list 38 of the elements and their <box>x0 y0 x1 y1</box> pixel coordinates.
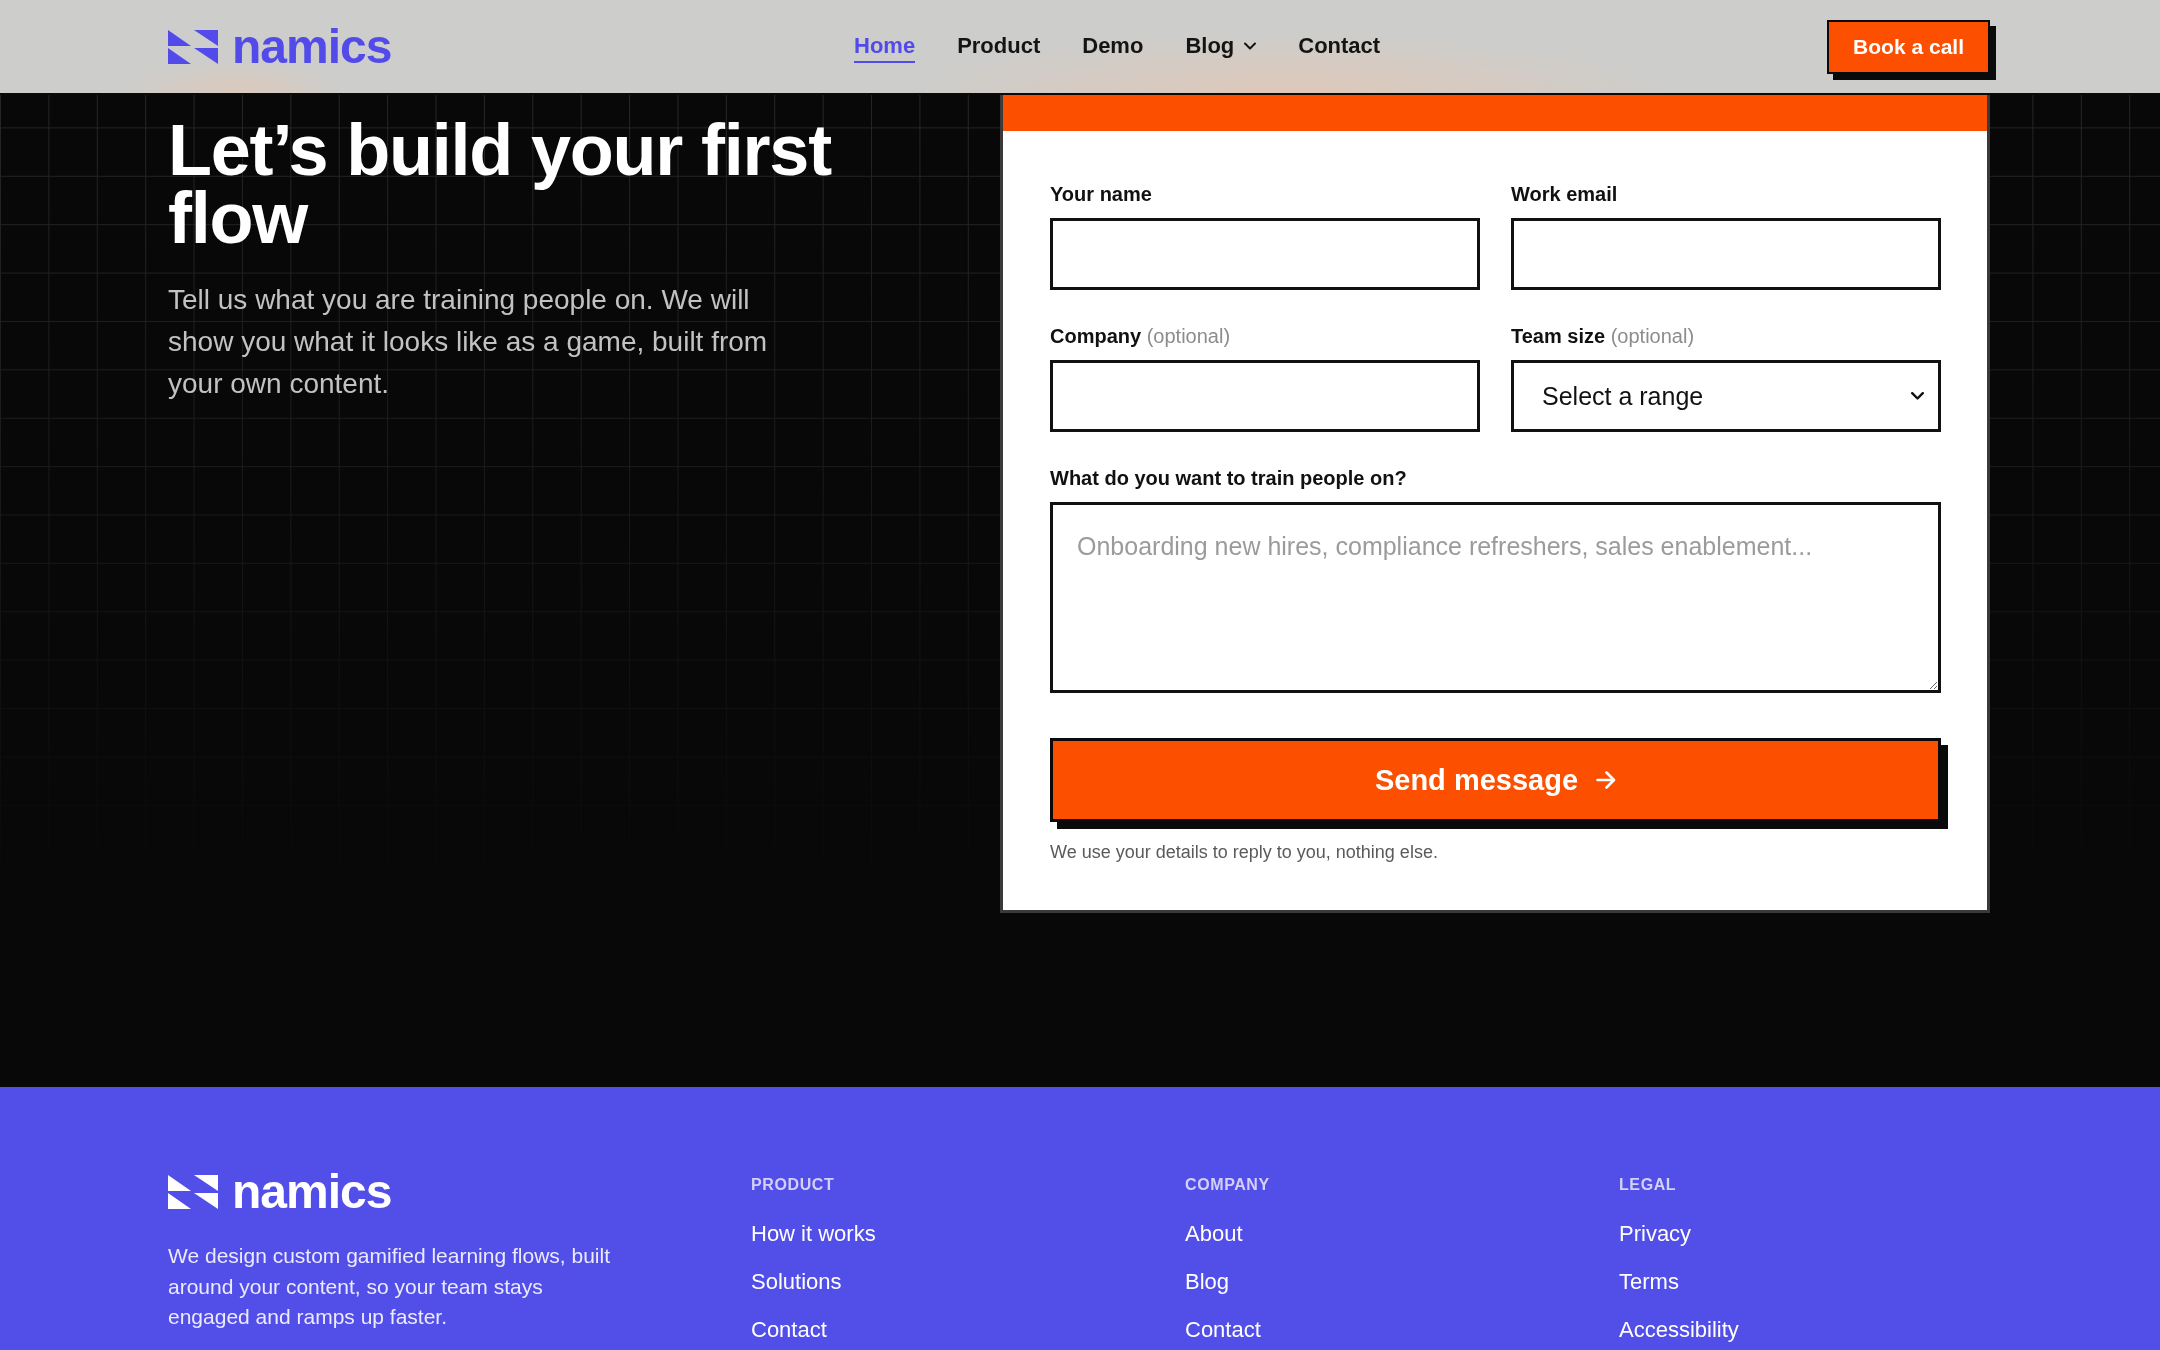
footer-link[interactable]: Contact <box>751 1316 827 1344</box>
footer-link[interactable]: Solutions <box>751 1268 842 1296</box>
select-field[interactable]: Select a range <box>1511 360 1941 432</box>
nav-link[interactable]: Home <box>854 30 916 63</box>
text-input[interactable] <box>1050 360 1480 432</box>
arrow-right-icon <box>1596 771 1617 789</box>
footer-link[interactable]: Terms <box>1619 1268 1679 1296</box>
footer-link[interactable]: About <box>1185 1220 1243 1248</box>
logo-icon <box>168 1175 218 1209</box>
text-input[interactable] <box>1511 218 1941 290</box>
privacy-note: We use your details to reply to you, nothing else. <box>1050 841 1438 863</box>
footer-link[interactable]: Accessibility <box>1619 1316 1739 1344</box>
footer-link[interactable]: Privacy <box>1619 1220 1692 1248</box>
nav-link[interactable]: Demo <box>1082 30 1144 63</box>
nav-dropdown[interactable]: Blog <box>1185 30 1257 63</box>
field-label: Your name <box>1050 182 1152 207</box>
footer-link[interactable]: Blog <box>1185 1268 1230 1296</box>
footer-heading: PRODUCT <box>751 1175 835 1195</box>
logo-icon <box>168 29 218 64</box>
chevron-down-icon <box>1244 42 1257 50</box>
logo-link[interactable]: namics <box>168 1167 392 1217</box>
footer-heading: LEGAL <box>1619 1175 1677 1195</box>
field-label: Team size (optional) <box>1511 324 1695 349</box>
text-input[interactable] <box>1050 218 1480 290</box>
field-label: Work email <box>1511 182 1618 207</box>
footer-link[interactable]: How it works <box>751 1220 876 1248</box>
footer-description: We design custom gamified learning flows, built around your content, so your team stays engaged and ramps up faster. <box>168 1243 611 1330</box>
field-label: Company (optional) <box>1050 324 1231 349</box>
footer-link[interactable]: Contact <box>1185 1316 1261 1344</box>
logo-link[interactable]: namics <box>168 21 392 72</box>
nav-link[interactable]: Contact <box>1298 30 1381 63</box>
field-label: What do you want to train people on? <box>1050 466 1407 491</box>
chevron-down-icon <box>1911 392 1924 400</box>
nav-link[interactable]: Product <box>957 30 1041 63</box>
hero-description: Tell us what you are training people on. We will show you what it looks like as a game, built from your own content. <box>168 283 769 401</box>
textarea-field[interactable]: Onboarding new hires, compliance refreshers, sales enablement... <box>1050 502 1941 693</box>
hero-heading: Let’s build your first flow <box>168 116 833 252</box>
footer-heading: COMPANY <box>1185 1175 1270 1195</box>
